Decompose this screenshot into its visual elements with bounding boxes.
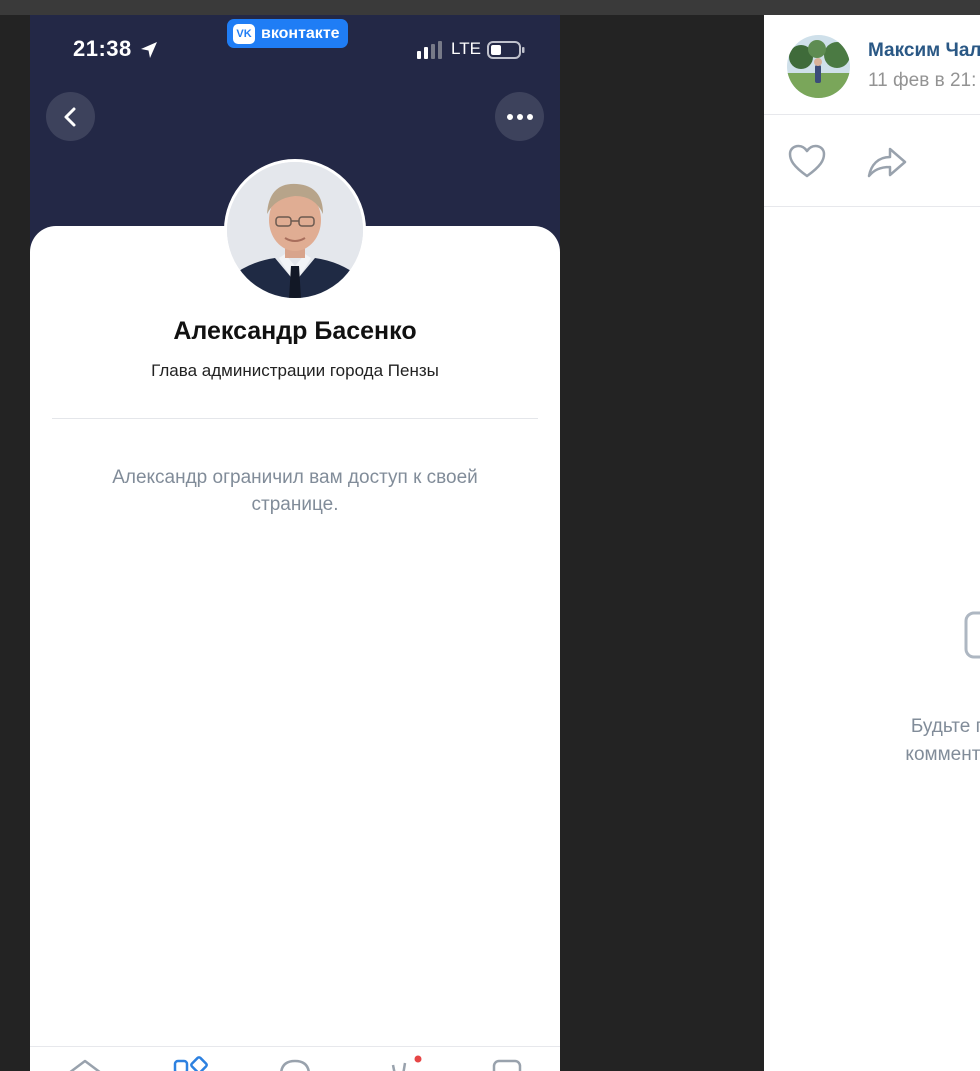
chevron-left-icon (64, 107, 75, 126)
divider (52, 418, 538, 419)
location-arrow-icon (141, 42, 157, 58)
app-badge: VK вконтакте (227, 19, 348, 48)
clips-icon[interactable] (385, 1053, 425, 1071)
profile-name: Александр Басенко (173, 317, 417, 345)
notification-dot (414, 1055, 422, 1063)
vk-post-panel: Максим Чал 11 фев в 21: Будьте перв комм… (764, 15, 980, 1071)
profile-card (30, 226, 560, 1071)
home-icon[interactable] (65, 1053, 105, 1071)
comments-placeholder-icon (964, 611, 980, 659)
browser-top-strip (0, 0, 980, 15)
profile-photo (227, 162, 363, 298)
more-options-button[interactable] (495, 92, 544, 141)
network-type: LTE (451, 39, 481, 58)
post-date[interactable]: 11 фев в 21: (868, 70, 976, 92)
bottom-tabbar (30, 1046, 560, 1071)
video-icon[interactable] (488, 1053, 528, 1071)
messages-icon[interactable] (275, 1053, 315, 1071)
profile-avatar[interactable] (224, 159, 366, 301)
author-photo (787, 35, 850, 98)
signal-icon (417, 41, 442, 59)
status-time: 21:38 (73, 36, 132, 61)
battery-icon (487, 41, 525, 59)
access-restricted-message: Александр ограничил вам доступ к своей с… (112, 467, 478, 515)
empty-comments-text: Будьте перв комментарий (834, 713, 980, 769)
back-button[interactable] (46, 92, 95, 141)
profile-status: Глава администрации города Пензы (151, 361, 439, 380)
heart-icon[interactable] (787, 143, 827, 179)
services-icon[interactable] (170, 1053, 210, 1071)
app-badge-label: вконтакте (261, 24, 340, 42)
post-author[interactable]: Максим Чал (868, 40, 980, 62)
phone-screenshot: 21:38 VK вконтакте LTE Александр Басенко… (30, 15, 560, 1071)
author-avatar[interactable] (787, 35, 850, 98)
post-actions (764, 115, 980, 207)
share-icon[interactable] (866, 145, 908, 179)
empty-comments-line-2: комментарий (905, 744, 980, 765)
vk-logo-icon: VK (233, 23, 255, 44)
more-dots-icon (506, 113, 533, 120)
empty-comments-line-1: Будьте перв (910, 716, 980, 737)
post-header: Максим Чал 11 фев в 21: (764, 15, 980, 115)
